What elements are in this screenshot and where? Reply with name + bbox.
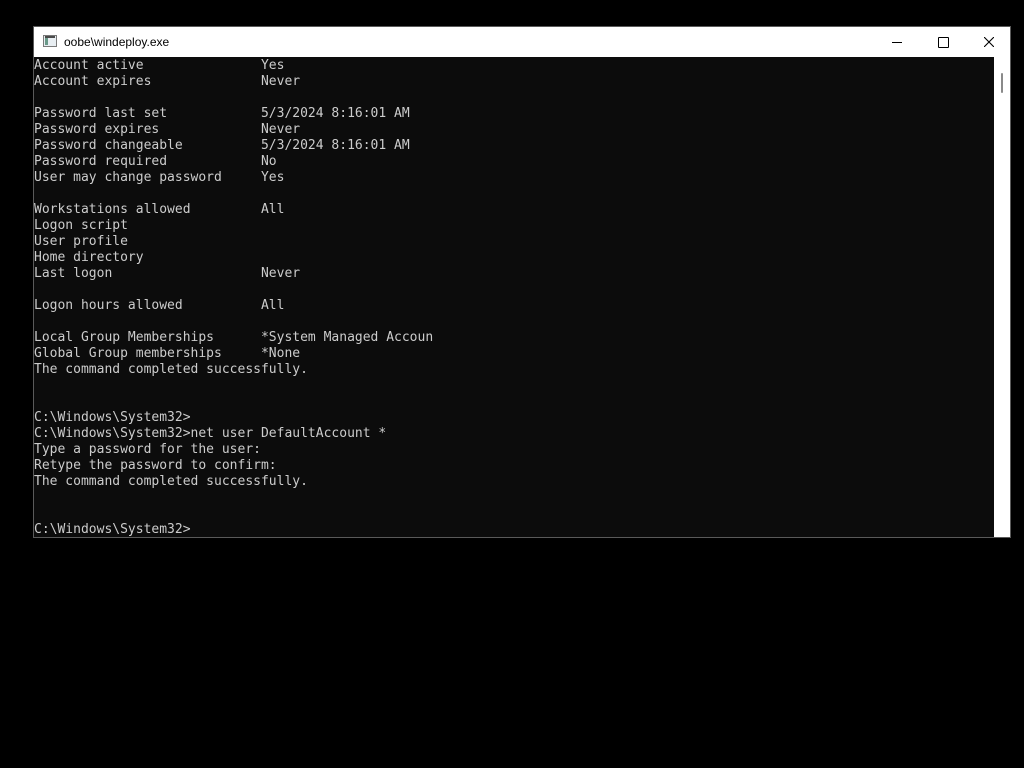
close-icon: [984, 37, 994, 47]
console-text: Account active Yes Account expires Never…: [34, 58, 434, 537]
scrollbar-thumb[interactable]: [1001, 73, 1003, 93]
console-window-icon: [43, 35, 57, 47]
vertical-scrollbar[interactable]: [994, 57, 1010, 537]
console-output-area[interactable]: Account active Yes Account expires Never…: [34, 57, 994, 537]
window-title: oobe\windeploy.exe: [64, 35, 170, 49]
minimize-button[interactable]: [874, 27, 920, 57]
close-button[interactable]: [966, 27, 1012, 57]
title-bar[interactable]: oobe\windeploy.exe: [34, 27, 1010, 57]
maximize-button[interactable]: [920, 27, 966, 57]
console-window: oobe\windeploy.exe Account active Yes Ac…: [33, 26, 1011, 538]
